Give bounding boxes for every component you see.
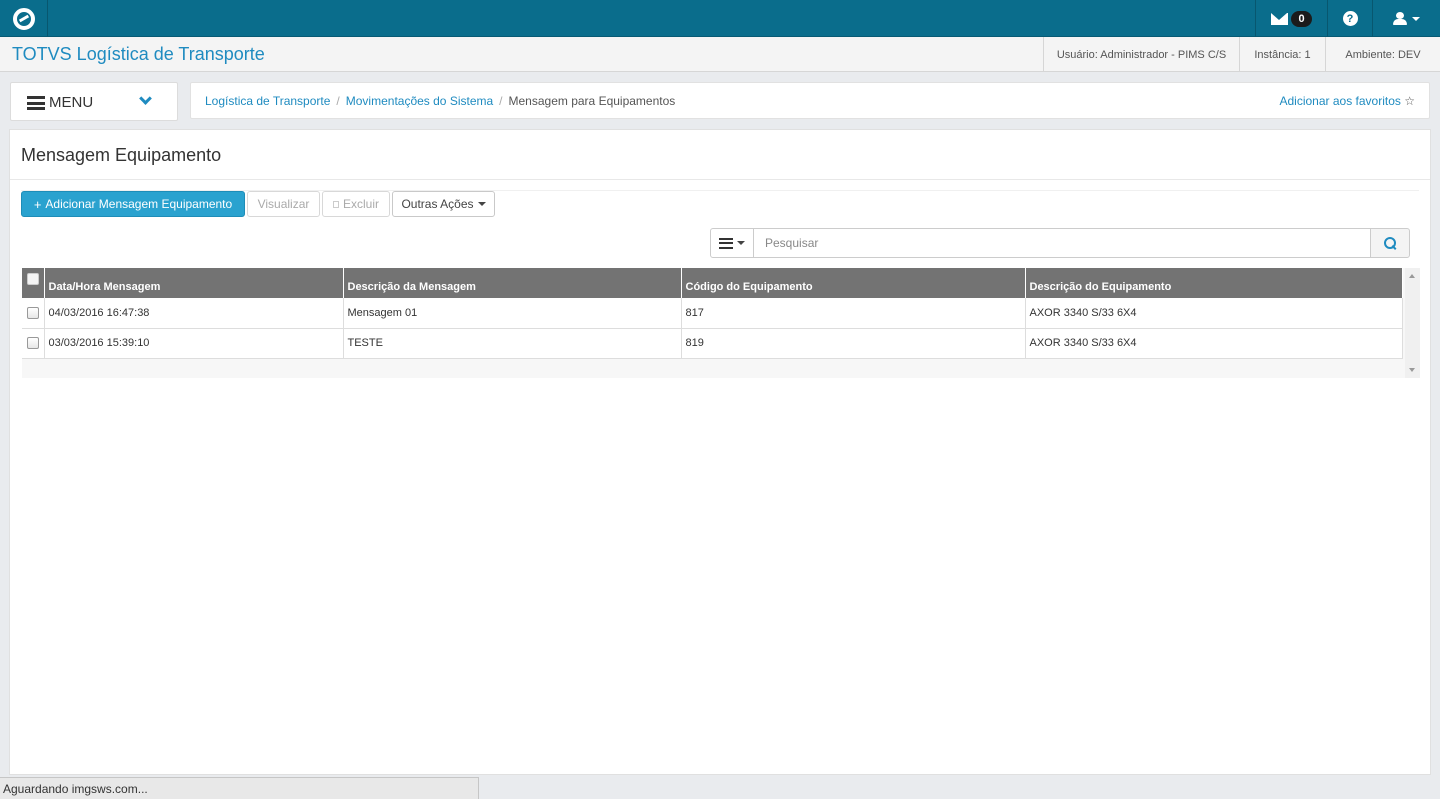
delete-button[interactable]: Excluir — [322, 191, 390, 217]
envelope-icon — [1271, 12, 1289, 25]
cell-equipment-code: 819 — [681, 328, 1026, 359]
title-divider — [10, 179, 1430, 180]
page-title: Mensagem Equipamento — [21, 145, 222, 165]
chevron-down-icon — [139, 92, 152, 105]
grid-scrollbar[interactable] — [1405, 268, 1420, 378]
view-button[interactable]: Visualizar — [247, 191, 320, 217]
column-header-message-description[interactable]: Descrição da Mensagem — [343, 268, 682, 298]
search-button[interactable] — [1370, 228, 1410, 258]
table-row[interactable]: 04/03/2016 16:47:38 Mensagem 01 817 AXOR… — [22, 298, 1403, 329]
cell-datetime: 03/03/2016 15:39:10 — [44, 328, 344, 359]
more-actions-label: Outras Ações — [401, 197, 474, 211]
delete-label: Excluir — [342, 197, 379, 211]
help-button[interactable]: ? — [1327, 0, 1372, 37]
breadcrumb-bar: Logística de Transporte / Movimentações do… — [190, 82, 1430, 119]
totvs-logo-icon[interactable] — [0, 0, 48, 37]
breadcrumb: Logística de Transporte / Movimentações do… — [205, 94, 675, 108]
cell-message-description: Mensagem 01 — [343, 298, 682, 329]
row-checkbox[interactable] — [26, 306, 39, 319]
user-info: Usuário: Administrador - PIMS C/S — [1043, 37, 1239, 72]
cell-message-description: TESTE — [343, 328, 682, 359]
add-message-button[interactable]: + Adicionar Mensagem Equipamento — [21, 191, 245, 217]
main-panel: Mensagem Equipamento + Adicionar Mensage… — [9, 129, 1431, 775]
add-favorites-link[interactable]: Adicionar aos favoritos ☆ — [1279, 94, 1415, 108]
instance-info: Instância: 1 — [1239, 37, 1325, 72]
user-menu-button[interactable] — [1372, 0, 1440, 37]
cell-equipment-description: AXOR 3340 S/33 6X4 — [1025, 298, 1403, 329]
table-row[interactable]: 03/03/2016 15:39:10 TESTE 819 AXOR 3340 … — [22, 328, 1403, 359]
list-icon — [719, 235, 733, 251]
menu-label: MENU — [49, 94, 94, 111]
plus-icon: + — [33, 196, 42, 212]
select-all-cell — [22, 268, 45, 298]
search-icon — [1383, 236, 1397, 250]
app-header: TOTVS Logística de Transporte Usuário: A… — [0, 37, 1440, 72]
breadcrumb-item-logistica[interactable]: Logística de Transporte — [205, 94, 330, 108]
main-menu-button[interactable]: MENU — [10, 82, 178, 121]
row-select-cell — [22, 298, 45, 329]
row-checkbox[interactable] — [26, 337, 39, 350]
trash-icon — [332, 200, 339, 208]
cell-equipment-code: 817 — [681, 298, 1026, 329]
more-actions-button[interactable]: Outras Ações — [392, 191, 495, 217]
select-all-checkbox[interactable] — [26, 273, 39, 286]
browser-status-bar: Aguardando imgsws.com... — [0, 777, 479, 799]
messages-table: Data/Hora Mensagem Descrição da Mensagem… — [22, 268, 1403, 359]
add-favorites-label: Adicionar aos favoritos — [1279, 94, 1401, 108]
table-header-row: Data/Hora Mensagem Descrição da Mensagem… — [22, 268, 1403, 298]
caret-down-icon — [1412, 16, 1420, 21]
environment-info: Ambiente: DEV — [1325, 37, 1440, 72]
column-header-equipment-description[interactable]: Descrição do Equipamento — [1025, 268, 1403, 298]
search-input[interactable] — [753, 228, 1371, 258]
caret-down-icon — [477, 202, 486, 206]
add-message-label: Adicionar Mensagem Equipamento — [45, 197, 233, 211]
user-icon — [1393, 12, 1407, 25]
column-header-equipment-code[interactable]: Código do Equipamento — [681, 268, 1026, 298]
messages-button[interactable]: 0 — [1255, 0, 1327, 37]
search-options-button[interactable] — [710, 228, 754, 258]
star-icon: ☆ — [1404, 94, 1415, 108]
messages-count-badge: 0 — [1291, 10, 1312, 27]
cell-equipment-description: AXOR 3340 S/33 6X4 — [1025, 328, 1403, 359]
cell-datetime: 04/03/2016 16:47:38 — [44, 298, 344, 329]
top-bar: 0 ? — [0, 0, 1440, 37]
scroll-down-icon[interactable] — [1409, 368, 1415, 372]
data-grid: Data/Hora Mensagem Descrição da Mensagem… — [22, 268, 1420, 378]
breadcrumb-separator: / — [336, 94, 340, 108]
breadcrumb-separator: / — [499, 94, 503, 108]
question-icon: ? — [1342, 11, 1358, 26]
hamburger-icon — [27, 96, 45, 110]
caret-down-icon — [737, 241, 745, 245]
breadcrumb-current: Mensagem para Equipamentos — [508, 94, 676, 108]
app-title: TOTVS Logística de Transporte — [12, 44, 265, 64]
row-select-cell — [22, 328, 45, 359]
column-header-datetime[interactable]: Data/Hora Mensagem — [44, 268, 344, 298]
breadcrumb-item-movimentacoes[interactable]: Movimentações do Sistema — [346, 94, 493, 108]
scroll-up-icon[interactable] — [1409, 274, 1415, 278]
